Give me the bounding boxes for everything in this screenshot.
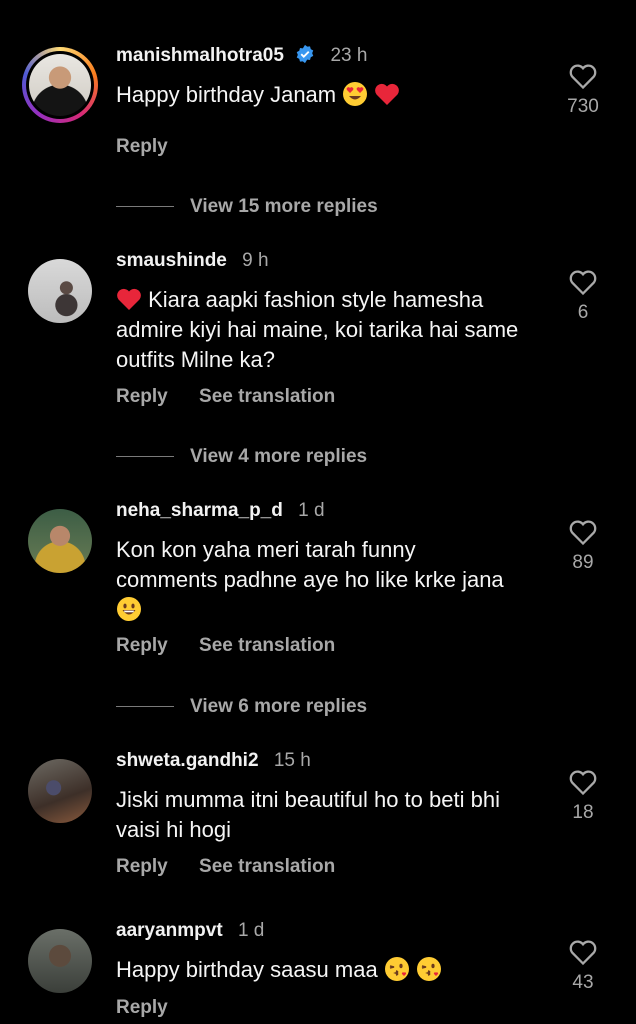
view-more-replies-label: View 15 more replies [190, 196, 378, 217]
avatar[interactable] [22, 47, 98, 123]
kissing-face-emoji [416, 957, 441, 981]
see-translation-button[interactable]: See translation [199, 635, 335, 656]
view-more-replies-button[interactable]: View 15 more replies [116, 196, 378, 218]
comment-text: Kiara aapki fashion style hamesha admire… [116, 287, 519, 372]
view-more-replies-label: View 6 more replies [190, 696, 368, 717]
comment-text: Jiski mumma itni beautiful ho to beti bh… [116, 787, 500, 842]
reply-button[interactable]: Reply [116, 635, 168, 656]
comment-username[interactable]: neha_sharma_p_d [116, 500, 283, 521]
comment-text: Kon kon yaha meri tarah funny comments p… [116, 537, 504, 592]
comment-username[interactable]: manishmalhotra05 [116, 45, 284, 66]
grinning-face-emoji [117, 597, 141, 621]
reply-button[interactable]: Reply [116, 997, 168, 1018]
heart-eyes-emoji [343, 82, 368, 106]
comment-text-container: Jiski mumma itni beautiful ho to beti bh… [116, 785, 531, 845]
see-translation-button[interactable]: See translation [199, 386, 335, 407]
comment-text: Happy birthday saasu maa [116, 957, 378, 982]
like-count: 6 [577, 302, 589, 323]
like-button[interactable]: 43 [558, 938, 608, 994]
heart-outline-icon [569, 770, 597, 796]
reply-button[interactable]: Reply [116, 856, 168, 877]
heart-outline-icon [569, 270, 597, 296]
reply-button[interactable]: Reply [116, 386, 168, 407]
like-button[interactable]: 730 [558, 62, 608, 118]
comment-text-container: Happy birthday Janam [116, 80, 536, 110]
heart-outline-icon [569, 520, 597, 546]
comment-username[interactable]: shweta.gandhi2 [116, 750, 259, 771]
divider-line [116, 706, 174, 708]
like-button[interactable]: 6 [558, 268, 608, 324]
avatar[interactable] [28, 929, 92, 993]
comment-timestamp: 15 h [273, 750, 311, 771]
avatar[interactable] [28, 259, 92, 323]
view-more-replies-button[interactable]: View 6 more replies [116, 696, 367, 718]
heart-outline-icon [569, 940, 597, 966]
avatar[interactable] [28, 759, 92, 823]
like-count: 43 [572, 972, 594, 993]
divider-line [116, 456, 174, 458]
comment-timestamp: 1 d [298, 500, 325, 521]
red-heart-emoji [117, 288, 141, 310]
view-more-replies-label: View 4 more replies [190, 446, 368, 467]
comment-text-container: Kiara aapki fashion style hamesha admire… [116, 285, 536, 375]
like-count: 18 [572, 802, 594, 823]
comment-text: Happy birthday Janam [116, 82, 337, 107]
comment-text-container: Happy birthday saasu maa [116, 955, 536, 985]
heart-outline-icon [569, 64, 597, 90]
kissing-face-emoji [384, 957, 409, 981]
like-button[interactable]: 18 [558, 768, 608, 824]
red-heart-emoji [375, 83, 400, 105]
avatar[interactable] [28, 509, 92, 573]
comment-username[interactable]: smaushinde [116, 250, 227, 271]
verified-badge-icon [296, 44, 314, 64]
like-count: 730 [567, 96, 599, 117]
comment-username[interactable]: aaryanmpvt [116, 920, 223, 941]
comment-text-container: Kon kon yaha meri tarah funny comments p… [116, 535, 516, 625]
see-translation-button[interactable]: See translation [199, 856, 335, 877]
comment-timestamp: 1 d [237, 920, 265, 941]
like-count: 89 [572, 552, 594, 573]
comment-timestamp: 23 h [330, 45, 368, 66]
reply-button[interactable]: Reply [116, 136, 168, 157]
like-button[interactable]: 89 [558, 518, 608, 574]
view-more-replies-button[interactable]: View 4 more replies [116, 446, 367, 468]
divider-line [116, 206, 174, 208]
comment-timestamp: 9 h [242, 250, 269, 271]
